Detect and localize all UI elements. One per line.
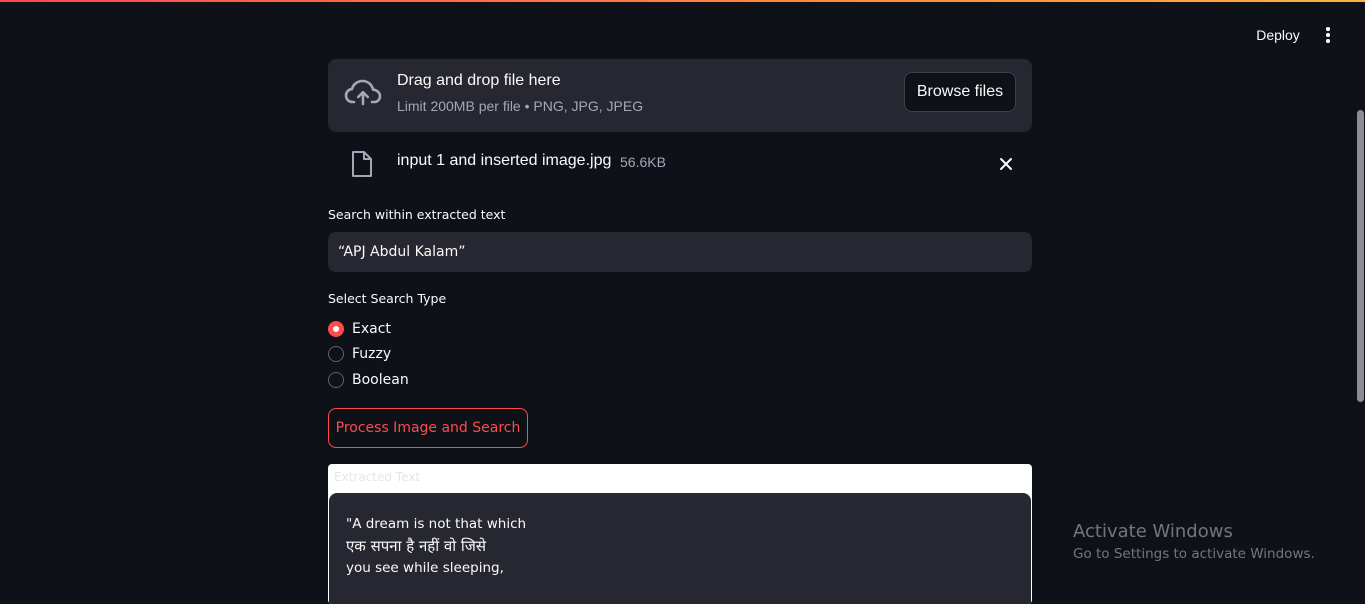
close-icon[interactable] xyxy=(996,154,1016,174)
browse-files-button[interactable]: Browse files xyxy=(904,72,1016,112)
search-input[interactable] xyxy=(328,232,1032,272)
radio-label-exact: Exact xyxy=(352,321,391,337)
dropzone-title: Drag and drop file here xyxy=(397,72,561,89)
extracted-line: you see while sleeping, xyxy=(346,560,504,576)
radio-boolean[interactable]: Boolean xyxy=(328,372,409,388)
radio-exact[interactable]: Exact xyxy=(328,321,391,337)
top-decoration-line xyxy=(0,0,1365,2)
page-scrollbar[interactable] xyxy=(1357,110,1364,402)
uploaded-file-size: 56.6KB xyxy=(620,154,666,170)
radio-label-boolean: Boolean xyxy=(352,372,409,388)
uploaded-file-row: input 1 and inserted image.jpg 56.6KB xyxy=(328,142,1032,186)
windows-activation-title: Activate Windows xyxy=(1073,521,1233,542)
extracted-line: एक सपना है नहीं वो जिसे xyxy=(346,537,487,555)
cloud-upload-icon xyxy=(344,79,382,106)
extracted-line: "A dream is not that which xyxy=(346,516,527,532)
extracted-text-panel: Extracted Text "A dream is not that whic… xyxy=(328,464,1032,604)
search-label: Search within extracted text xyxy=(328,207,506,222)
extracted-text-label: Extracted Text xyxy=(334,470,421,484)
radio-label-fuzzy: Fuzzy xyxy=(352,346,392,362)
file-dropzone[interactable]: Drag and drop file here Limit 200MB per … xyxy=(328,59,1032,132)
radio-button[interactable] xyxy=(328,346,344,362)
process-image-and-search-button[interactable]: Process Image and Search xyxy=(328,408,528,448)
uploaded-file-name: input 1 and inserted image.jpg xyxy=(397,152,612,169)
radio-button-checked[interactable] xyxy=(328,321,344,337)
extracted-text-area[interactable]: "A dream is not that which एक सपना है नह… xyxy=(329,493,1031,604)
deploy-button[interactable]: Deploy xyxy=(1244,22,1312,48)
file-icon xyxy=(352,151,372,177)
search-type-label: Select Search Type xyxy=(328,291,447,306)
kebab-menu-icon[interactable] xyxy=(1316,23,1340,47)
windows-activation-subtitle: Go to Settings to activate Windows. xyxy=(1073,546,1315,562)
radio-button[interactable] xyxy=(328,372,344,388)
dropzone-subtitle: Limit 200MB per file • PNG, JPG, JPEG xyxy=(397,98,644,114)
radio-fuzzy[interactable]: Fuzzy xyxy=(328,346,391,362)
